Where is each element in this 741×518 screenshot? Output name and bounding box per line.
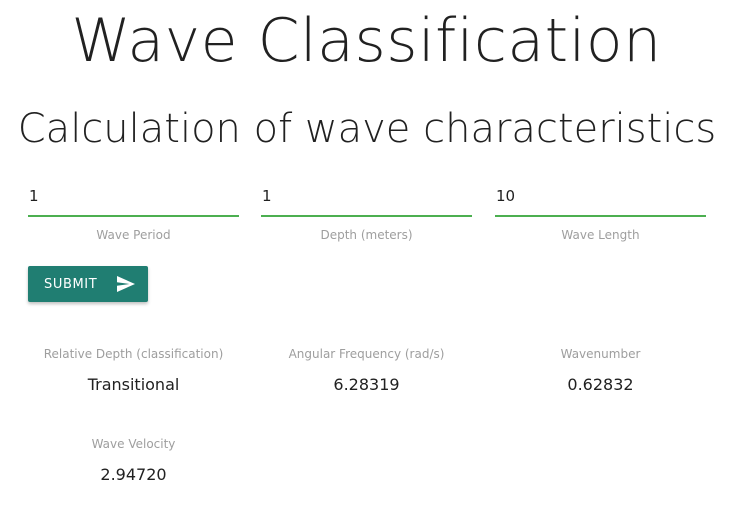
wave-velocity-value: 2.94720 bbox=[100, 465, 167, 484]
wave-period-input[interactable] bbox=[28, 176, 239, 217]
relative-depth-label: Relative Depth (classification) bbox=[43, 347, 224, 361]
wave-velocity-result: Wave Velocity 2.94720 bbox=[28, 436, 239, 485]
wave-length-input[interactable] bbox=[495, 176, 706, 217]
wavenumber-label: Wavenumber bbox=[560, 347, 641, 361]
submit-button[interactable]: SUBMIT bbox=[28, 266, 148, 302]
wave-length-field: Wave Length bbox=[495, 176, 706, 243]
wavenumber-value: 0.62832 bbox=[567, 375, 634, 394]
wavenumber-result: Wavenumber 0.62832 bbox=[495, 346, 706, 395]
submit-button-label: SUBMIT bbox=[44, 276, 98, 292]
send-icon bbox=[117, 276, 136, 292]
relative-depth-result: Relative Depth (classification) Transiti… bbox=[28, 346, 239, 395]
wave-period-field: Wave Period bbox=[28, 176, 239, 243]
page: Wave Classification Calculation of wave … bbox=[0, 0, 741, 518]
page-subtitle: Calculation of wave characteristics bbox=[17, 106, 717, 152]
wave-period-label: Wave Period bbox=[96, 228, 171, 242]
relative-depth-value: Transitional bbox=[87, 375, 180, 394]
depth-input[interactable] bbox=[261, 176, 472, 217]
angular-frequency-value: 6.28319 bbox=[333, 375, 400, 394]
wave-length-label: Wave Length bbox=[561, 228, 640, 242]
page-title: Wave Classification bbox=[71, 6, 662, 76]
wave-velocity-label: Wave Velocity bbox=[91, 437, 176, 451]
depth-field: Depth (meters) bbox=[261, 176, 472, 243]
angular-frequency-result: Angular Frequency (rad/s) 6.28319 bbox=[261, 346, 472, 395]
angular-frequency-label: Angular Frequency (rad/s) bbox=[288, 347, 445, 361]
depth-label: Depth (meters) bbox=[320, 228, 413, 242]
